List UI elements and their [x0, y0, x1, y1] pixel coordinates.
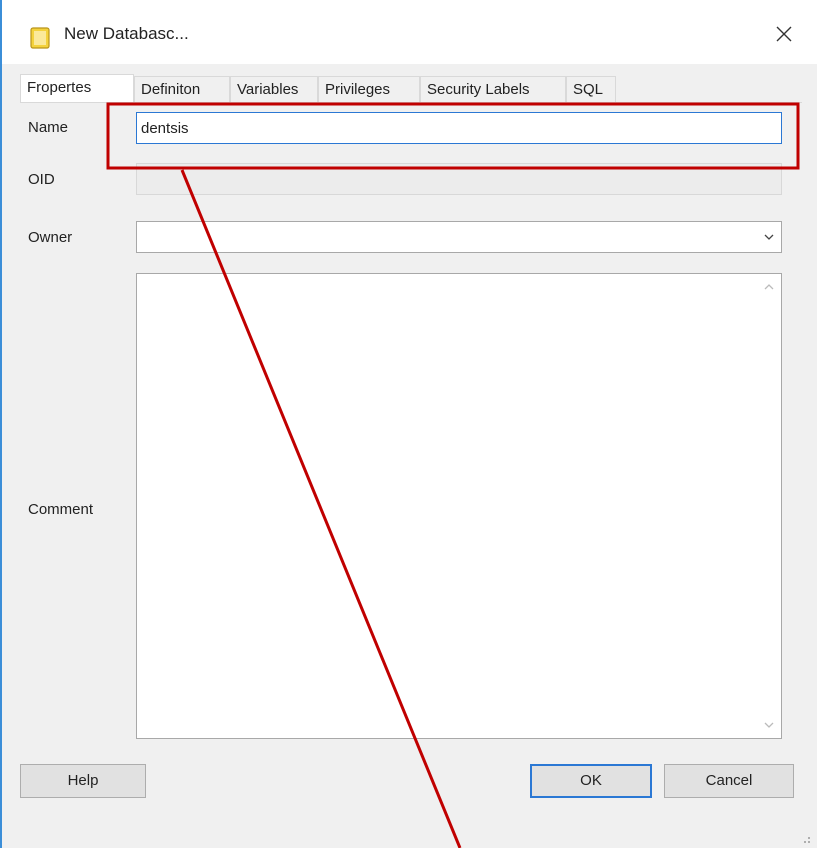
oid-label: OID: [28, 171, 55, 188]
scroll-down-icon[interactable]: [763, 720, 775, 730]
database-icon: [30, 27, 50, 49]
ok-button[interactable]: OK: [530, 764, 652, 798]
chevron-down-icon: [764, 234, 774, 240]
owner-label: Owner: [28, 229, 73, 246]
comment-label: Comment: [28, 501, 94, 518]
tab-sql[interactable]: SQL: [566, 76, 616, 102]
window-title: New Databasc...: [64, 24, 189, 43]
name-label: Name: [28, 119, 69, 136]
tab-variables[interactable]: Variables: [230, 76, 318, 102]
tab-privileges[interactable]: Privileges: [318, 76, 420, 102]
title-bar[interactable]: New Databasc...: [2, 0, 817, 64]
tab-definition[interactable]: Definiton: [134, 76, 230, 102]
properties-panel: Name OID Owner Comment: [20, 102, 802, 741]
close-icon: [776, 26, 792, 42]
dialog-body: Fropertes Definiton Variables Privileges…: [2, 64, 817, 848]
help-button[interactable]: Help: [20, 764, 146, 798]
cancel-button[interactable]: Cancel: [664, 764, 794, 798]
owner-select[interactable]: [136, 221, 782, 253]
name-input[interactable]: [136, 112, 782, 144]
tab-security-labels[interactable]: Security Labels: [420, 76, 566, 102]
resize-grip-icon[interactable]: [799, 832, 811, 844]
new-database-dialog: New Databasc... Fropertes Definiton Vari…: [0, 0, 817, 848]
tab-strip: Fropertes Definiton Variables Privileges…: [20, 74, 640, 104]
comment-textarea[interactable]: [136, 273, 782, 739]
scroll-up-icon[interactable]: [763, 282, 775, 292]
tab-properties[interactable]: Fropertes: [20, 74, 134, 104]
close-button[interactable]: [764, 16, 804, 52]
oid-field: [136, 163, 782, 195]
